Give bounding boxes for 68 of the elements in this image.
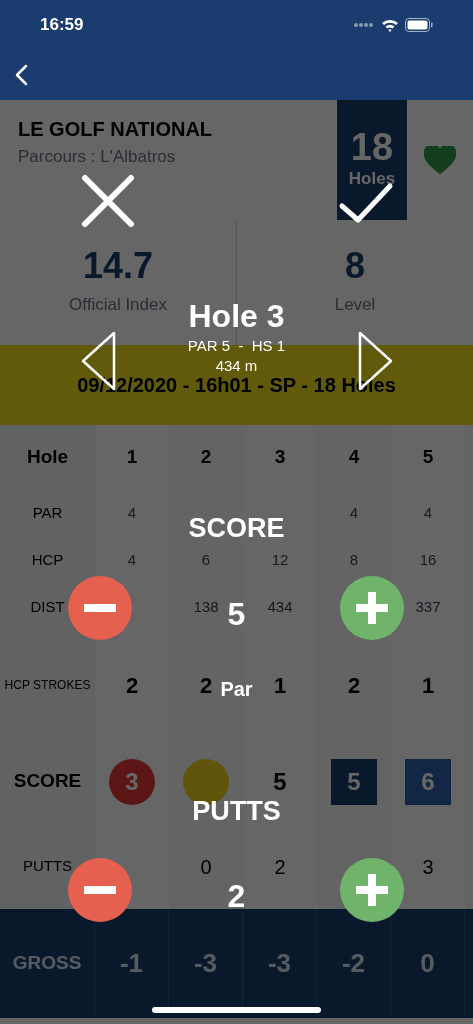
back-icon[interactable]	[14, 64, 28, 86]
table-cell-text: 2	[200, 445, 212, 470]
table-cell-text: 8	[349, 550, 359, 571]
hole-distance: 434 m	[215, 356, 258, 376]
status-time: 16:59	[40, 14, 84, 37]
table-cell-text: 4	[127, 550, 137, 571]
table-cell-text: 6	[201, 550, 211, 571]
table-cell-text: 12	[271, 550, 289, 571]
minus-icon	[84, 886, 116, 894]
table-cell-text: 0	[420, 947, 435, 980]
row-label: GROSS	[12, 951, 82, 976]
table-cell-text: 0	[200, 854, 212, 880]
table-cell-text: 2	[199, 671, 213, 700]
table-cell-text: 3	[274, 445, 286, 470]
plus-icon	[356, 874, 388, 906]
table-cell-text: -3	[267, 947, 292, 980]
table-cell-text: 4	[127, 503, 137, 524]
row-label: PAR	[32, 503, 63, 524]
score-value: 5	[273, 766, 287, 797]
row-label: PUTTS	[22, 856, 73, 877]
putts-value: 2	[227, 877, 246, 916]
score-marker: 6	[405, 758, 451, 805]
signal-icon	[353, 22, 375, 28]
stat-label: Official Index	[69, 293, 167, 316]
stat-value: 8	[345, 247, 365, 284]
hole-title: Hole 3	[188, 297, 285, 336]
table-cell-text: 2	[125, 671, 139, 700]
table-cell-text: 16	[419, 550, 437, 571]
minus-icon	[84, 604, 116, 612]
table-cell-text: 1	[126, 445, 138, 470]
score-result: Par	[220, 677, 253, 702]
score-marker: 3	[109, 758, 155, 805]
row-label: HCP	[31, 550, 64, 571]
close-icon[interactable]	[81, 174, 135, 228]
hole-info: PAR 5 - HS 1	[187, 336, 286, 356]
course-name: LE GOLF NATIONAL	[18, 117, 213, 142]
table-cell-text: 5	[422, 445, 434, 470]
table-cell-text: 1	[421, 671, 435, 700]
row-label: HCP STROKES	[4, 677, 91, 694]
table-cell-text: 138	[193, 597, 219, 618]
row-label: SCORE	[13, 769, 82, 794]
table-cell-text: 4	[423, 503, 433, 524]
table-cell-text: 3	[422, 854, 434, 880]
row-label: DIST	[30, 597, 65, 618]
table-cell-text: 434	[267, 597, 293, 618]
holes-label: Holes	[348, 168, 396, 191]
score-title: SCORE	[188, 512, 285, 545]
table-cell-text: -3	[193, 947, 218, 980]
course-subtitle: Parcours : L'Albatros	[18, 146, 176, 168]
table-cell-text: 1	[273, 671, 287, 700]
checkmark-icon[interactable]	[338, 182, 394, 224]
stat-label: Level	[334, 293, 376, 316]
row-label: Hole	[26, 445, 69, 470]
stat-value: 14.7	[82, 247, 154, 284]
plus-icon	[356, 592, 388, 624]
battery-icon	[405, 18, 433, 32]
score-marker: 5	[331, 758, 377, 805]
holes-count: 18	[350, 128, 394, 167]
putts-title: PUTTS	[192, 795, 281, 828]
table-cell-text: 4	[348, 445, 360, 470]
table-cell-text: -2	[341, 947, 366, 980]
table-cell-text: 337	[415, 597, 441, 618]
score-value: 5	[227, 595, 246, 634]
table-cell-text: 4	[349, 503, 359, 524]
table-cell-text: 2	[347, 671, 361, 700]
wifi-icon	[381, 18, 399, 32]
table-cell-text: 2	[274, 854, 286, 880]
table-cell-text: -1	[119, 947, 144, 980]
